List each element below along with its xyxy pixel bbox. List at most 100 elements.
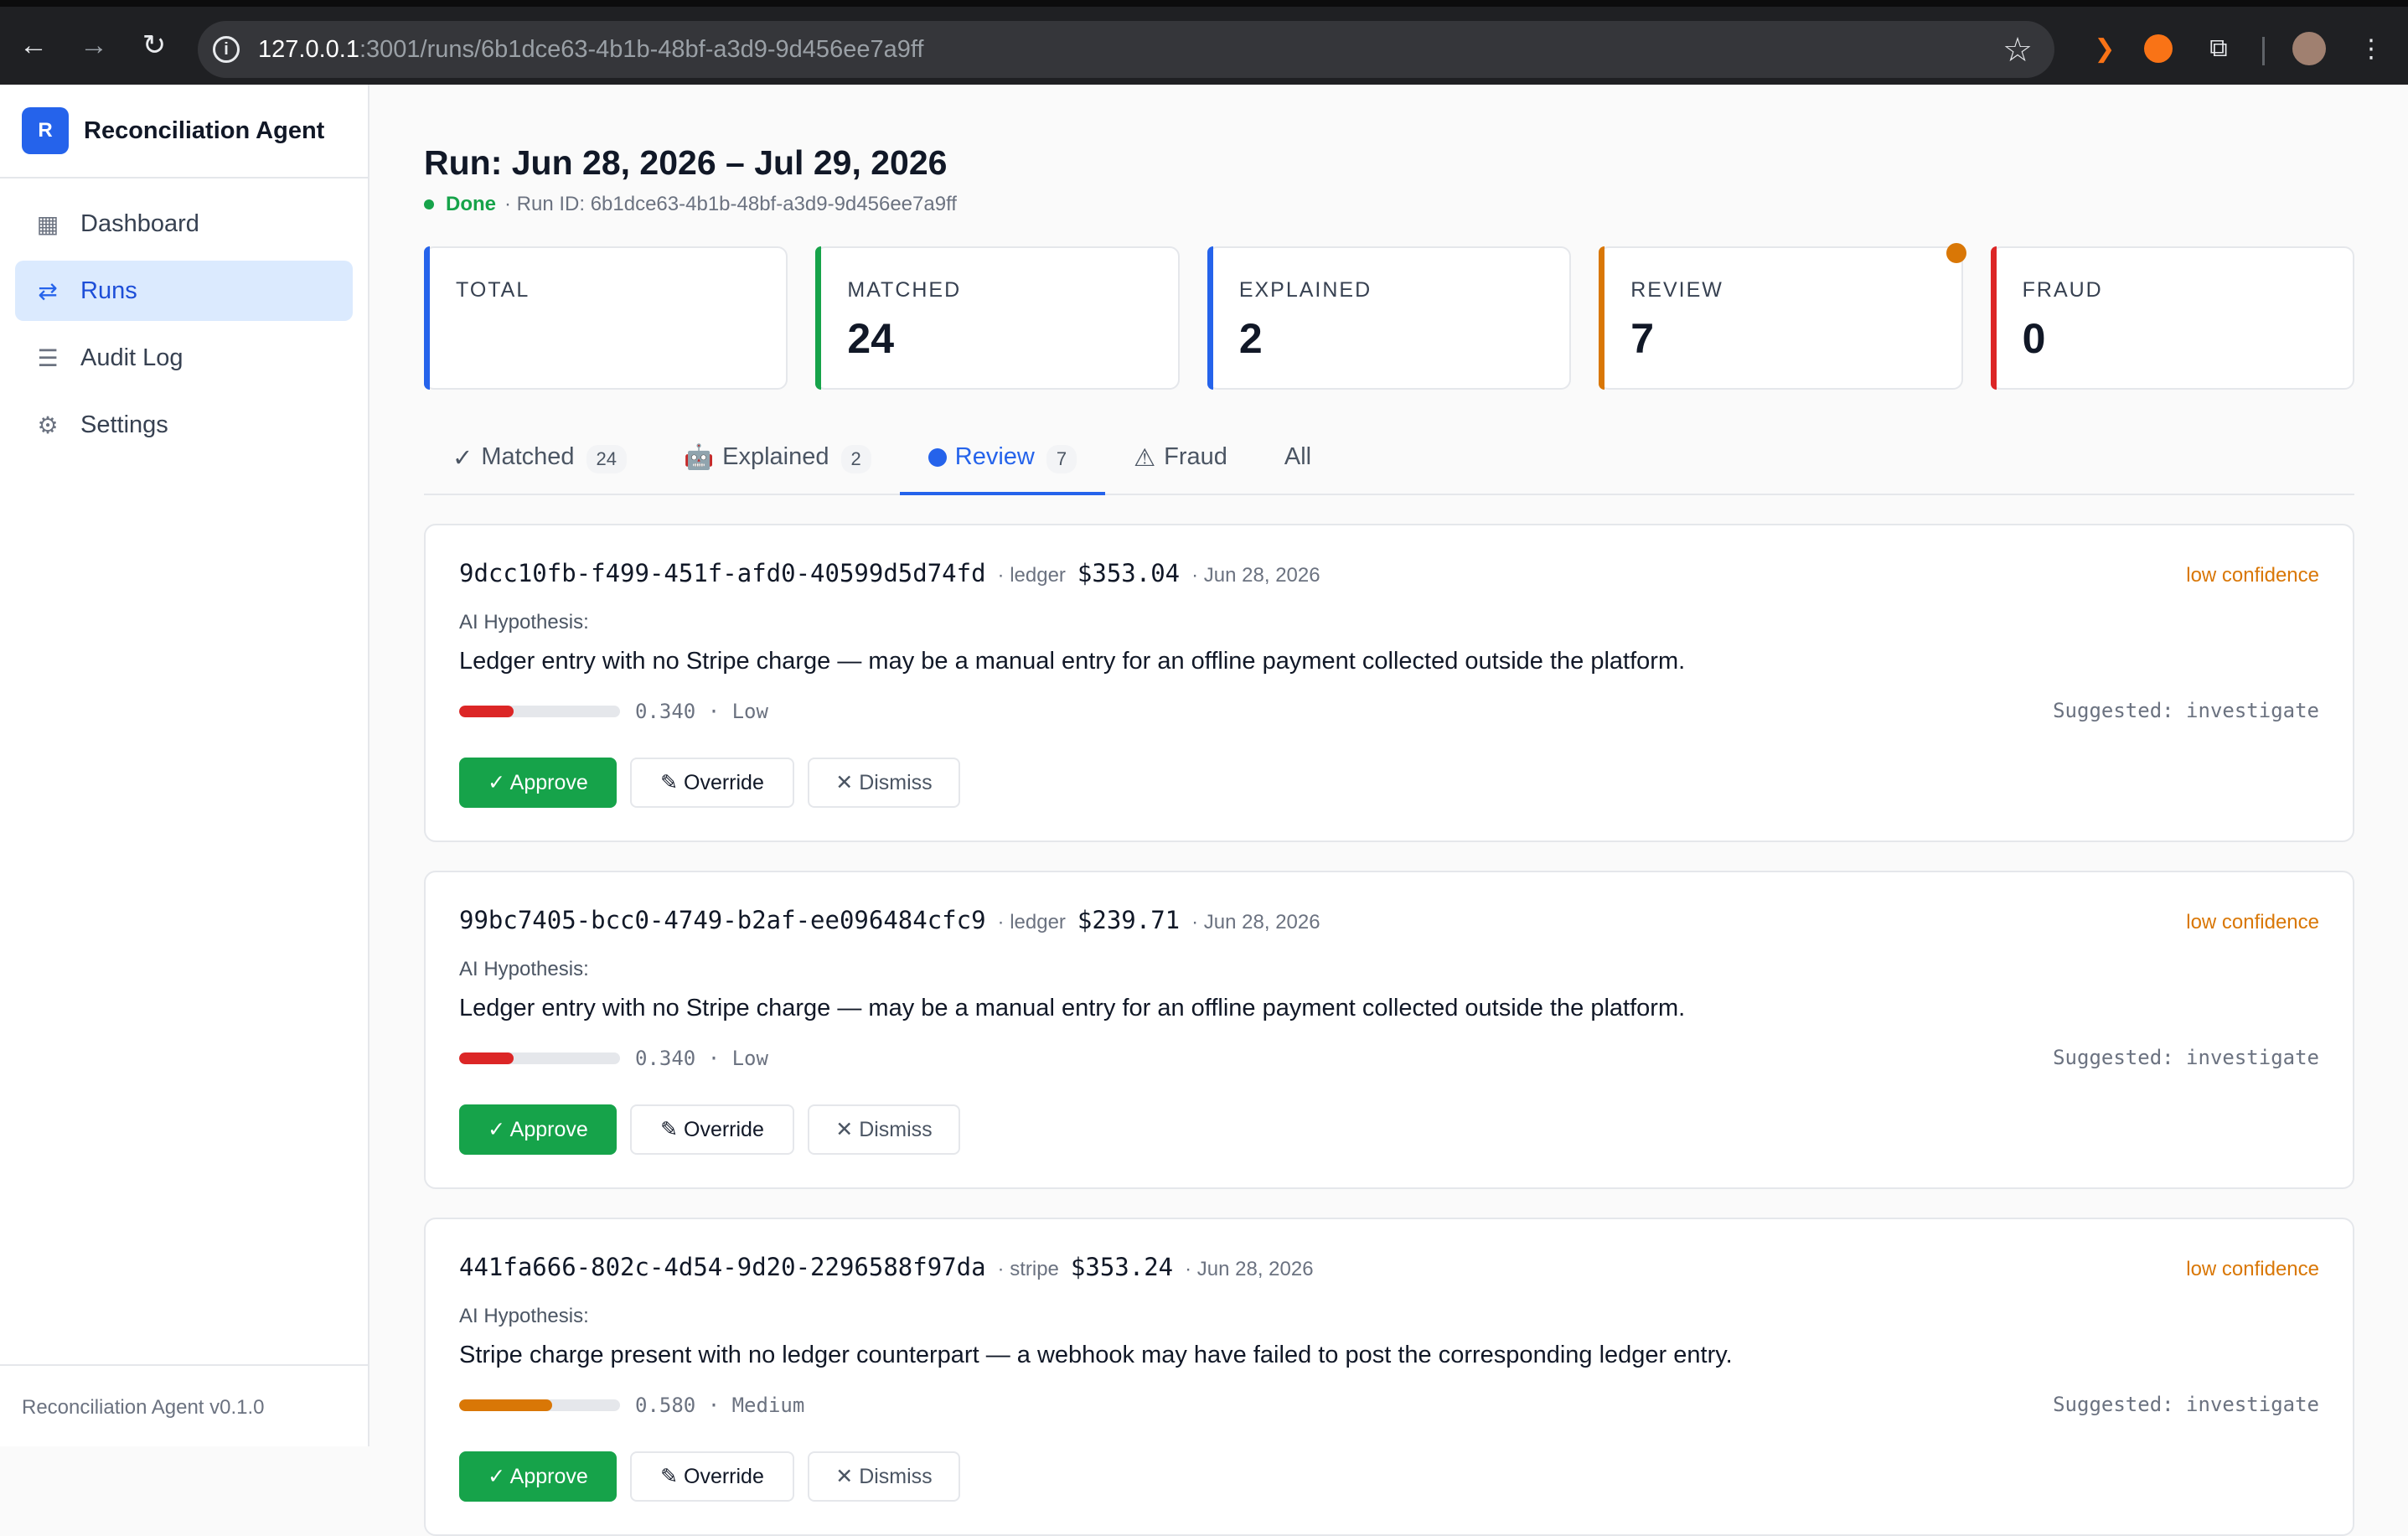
brand-name: Reconciliation Agent bbox=[84, 116, 325, 144]
suggested-action: Suggested: investigate bbox=[2053, 1046, 2319, 1069]
run-status-line: Done · Run ID: 6b1dce63-4b1b-48bf-a3d9-9… bbox=[424, 193, 2354, 216]
review-card: 441fa666-802c-4d54-9d20-2296588f97da · s… bbox=[424, 1218, 2354, 1536]
score-bar-fill bbox=[459, 1399, 553, 1411]
tab-all[interactable]: All bbox=[1256, 435, 1340, 495]
score-text: 0.580 · Medium bbox=[635, 1394, 805, 1417]
approve-button[interactable]: ✓ Approve bbox=[459, 1104, 617, 1155]
hypothesis-text: Ledger entry with no Stripe charge — may… bbox=[459, 995, 1686, 1021]
tab-label: All bbox=[1284, 443, 1312, 470]
blue-dot-icon bbox=[928, 448, 947, 467]
sidebar-item-label: Runs bbox=[80, 277, 137, 304]
transaction-id: 441fa666-802c-4d54-9d20-2296588f97da bbox=[459, 1253, 986, 1281]
card-actions: ✓ Approve ✎ Override ✕ Dismiss bbox=[459, 1451, 2319, 1502]
app-version: Reconciliation Agent v0.1.0 bbox=[0, 1364, 368, 1446]
card-actions: ✓ Approve ✎ Override ✕ Dismiss bbox=[459, 1104, 2319, 1155]
dismiss-button[interactable]: ✕ Dismiss bbox=[808, 1451, 960, 1502]
bookmark-star-icon[interactable]: ☆ bbox=[2002, 31, 2033, 70]
hypothesis-label: AI Hypothesis: bbox=[459, 958, 589, 980]
address-bar[interactable]: i 127.0.0.1:3001/runs/6b1dce63-4b1b-48bf… bbox=[198, 21, 2054, 78]
stat-value: 7 bbox=[1630, 315, 1655, 362]
brand: R Reconciliation Agent bbox=[0, 85, 368, 178]
transaction-date: · Jun 28, 2026 bbox=[1185, 1258, 1314, 1280]
transaction-amount: $239.71 bbox=[1077, 906, 1181, 934]
sidebar-item-label: Audit Log bbox=[80, 344, 183, 371]
extension-icon[interactable]: ❯ bbox=[2088, 32, 2121, 65]
transaction-date: · Jun 28, 2026 bbox=[1191, 564, 1320, 587]
score-row: 0.340 · Low Suggested: investigate bbox=[459, 1046, 2319, 1071]
dismiss-button[interactable]: ✕ Dismiss bbox=[808, 758, 960, 808]
sidebar-menu: ▦ Dashboard ⇄ Runs ☰ Audit Log ⚙ Setting… bbox=[0, 178, 368, 477]
score-text: 0.340 · Low bbox=[635, 700, 768, 723]
kebab-menu-icon[interactable]: ⋮ bbox=[2354, 32, 2388, 65]
override-button[interactable]: ✎ Override bbox=[630, 758, 794, 808]
sidebar-item-dashboard[interactable]: ▦ Dashboard bbox=[15, 194, 353, 254]
transaction-amount: $353.24 bbox=[1070, 1253, 1174, 1281]
override-button[interactable]: ✎ Override bbox=[630, 1104, 794, 1155]
extensions-puzzle-icon[interactable]: ⧉ bbox=[2202, 32, 2235, 65]
sidebar-item-runs[interactable]: ⇄ Runs bbox=[15, 261, 353, 321]
stat-card-review: REVIEW 7 bbox=[1599, 243, 1966, 390]
score-row: 0.580 · Medium Suggested: investigate bbox=[459, 1393, 2319, 1418]
tab-explained[interactable]: 🤖 Explained 2 bbox=[655, 435, 900, 495]
override-button[interactable]: ✎ Override bbox=[630, 1451, 794, 1502]
card-header: 99bc7405-bcc0-4749-b2af-ee096484cfc9 · l… bbox=[459, 906, 2319, 934]
reload-icon[interactable]: ↻ bbox=[136, 27, 173, 64]
stat-label: TOTAL bbox=[456, 278, 530, 302]
main-content: Run: Jun 28, 2026 – Jul 29, 2026 Done · … bbox=[370, 85, 2408, 1536]
forward-icon[interactable]: → bbox=[75, 27, 112, 64]
browser-toolbar: ← → ↻ i 127.0.0.1:3001/runs/6b1dce63-4b1… bbox=[0, 0, 2408, 85]
transaction-source: · stripe bbox=[997, 1258, 1059, 1280]
avatar[interactable] bbox=[2292, 32, 2326, 65]
tab-matched[interactable]: ✓ Matched 24 bbox=[424, 435, 655, 495]
tab-count: 24 bbox=[586, 445, 628, 473]
transaction-date: · Jun 28, 2026 bbox=[1191, 911, 1320, 933]
stat-accent bbox=[1207, 246, 1213, 390]
transaction-amount: $353.04 bbox=[1077, 559, 1181, 587]
tab-label: Explained bbox=[722, 443, 829, 470]
sidebar-item-label: Dashboard bbox=[80, 209, 199, 237]
stat-accent bbox=[424, 246, 430, 390]
toolbar-divider bbox=[2262, 37, 2265, 65]
suggested-action: Suggested: investigate bbox=[2053, 1393, 2319, 1416]
tab-count: 2 bbox=[840, 445, 871, 473]
tab-review[interactable]: Review 7 bbox=[899, 435, 1106, 495]
stat-label: FRAUD bbox=[2022, 278, 2103, 302]
extension-orange-icon[interactable] bbox=[2144, 34, 2173, 63]
stat-value: 0 bbox=[2022, 315, 2046, 362]
hypothesis-text: Ledger entry with no Stripe charge — may… bbox=[459, 648, 1686, 675]
score-bar-fill bbox=[459, 706, 514, 717]
tab-bar: ✓ Matched 24 🤖 Explained 2 Review 7 ⚠ Fr… bbox=[424, 435, 2354, 495]
tab-fraud[interactable]: ⚠ Fraud bbox=[1105, 435, 1256, 495]
checkmark-icon: ✓ bbox=[452, 445, 473, 472]
transaction-source: · ledger bbox=[997, 564, 1066, 587]
sidebar-item-audit-log[interactable]: ☰ Audit Log bbox=[15, 328, 353, 388]
runs-icon: ⇄ bbox=[38, 277, 58, 304]
card-header: 9dcc10fb-f499-451f-afd0-40599d5d74fd · l… bbox=[459, 559, 2319, 587]
stat-value: 24 bbox=[847, 315, 895, 362]
site-info-icon[interactable]: i bbox=[213, 36, 240, 63]
approve-button[interactable]: ✓ Approve bbox=[459, 758, 617, 808]
card-actions: ✓ Approve ✎ Override ✕ Dismiss bbox=[459, 758, 2319, 808]
stat-accent bbox=[815, 246, 822, 390]
confidence-label: low confidence bbox=[2186, 911, 2319, 933]
score-bar bbox=[459, 706, 620, 717]
approve-button[interactable]: ✓ Approve bbox=[459, 1451, 617, 1502]
score-bar bbox=[459, 1052, 620, 1064]
sidebar-item-settings[interactable]: ⚙ Settings bbox=[15, 395, 353, 455]
dismiss-button[interactable]: ✕ Dismiss bbox=[808, 1104, 960, 1155]
score-row: 0.340 · Low Suggested: investigate bbox=[459, 699, 2319, 724]
sidebar: R Reconciliation Agent ▦ Dashboard ⇄ Run… bbox=[0, 85, 369, 1446]
stat-card-total: TOTAL bbox=[424, 246, 788, 390]
review-card: 99bc7405-bcc0-4749-b2af-ee096484cfc9 · l… bbox=[424, 871, 2354, 1189]
back-icon[interactable]: ← bbox=[15, 27, 52, 64]
stat-value: 2 bbox=[1238, 315, 1263, 362]
status-badge: Done bbox=[446, 193, 496, 215]
tab-label: Review bbox=[954, 443, 1035, 470]
url-host: 127.0.0.1 bbox=[258, 35, 359, 63]
sidebar-item-label: Settings bbox=[80, 411, 168, 438]
card-header: 441fa666-802c-4d54-9d20-2296588f97da · s… bbox=[459, 1253, 2319, 1281]
stat-accent bbox=[1599, 246, 1605, 390]
confidence-label: low confidence bbox=[2186, 564, 2319, 587]
hypothesis-label: AI Hypothesis: bbox=[459, 611, 589, 634]
run-id: · Run ID: 6b1dce63-4b1b-48bf-a3d9-9d456e… bbox=[504, 193, 957, 215]
